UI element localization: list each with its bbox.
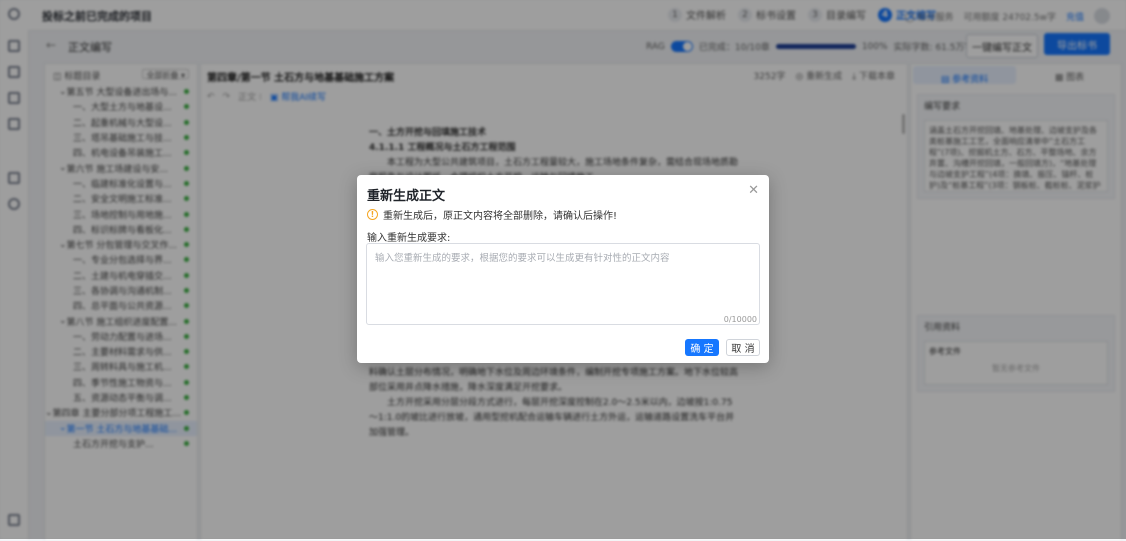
input-label: 输入重新生成要求: [367, 233, 451, 244]
confirm-button[interactable]: 确 定 [685, 339, 719, 356]
char-counter: 0/10000 [723, 315, 757, 324]
warning-text: 重新生成后，原正文内容将全部删除，请确认后操作! [383, 211, 618, 222]
dialog-title: 重新生成正文 [367, 189, 446, 204]
warning-row: ! 重新生成后，原正文内容将全部删除，请确认后操作! [367, 207, 617, 222]
regenerate-dialog: 重新生成正文 ✕ ! 重新生成后，原正文内容将全部删除，请确认后操作! 输入重新… [357, 175, 769, 363]
cancel-button[interactable]: 取 消 [726, 339, 760, 356]
regenerate-requirement-input[interactable] [366, 243, 760, 325]
close-icon[interactable]: ✕ [748, 183, 759, 198]
warning-icon: ! [367, 209, 378, 220]
